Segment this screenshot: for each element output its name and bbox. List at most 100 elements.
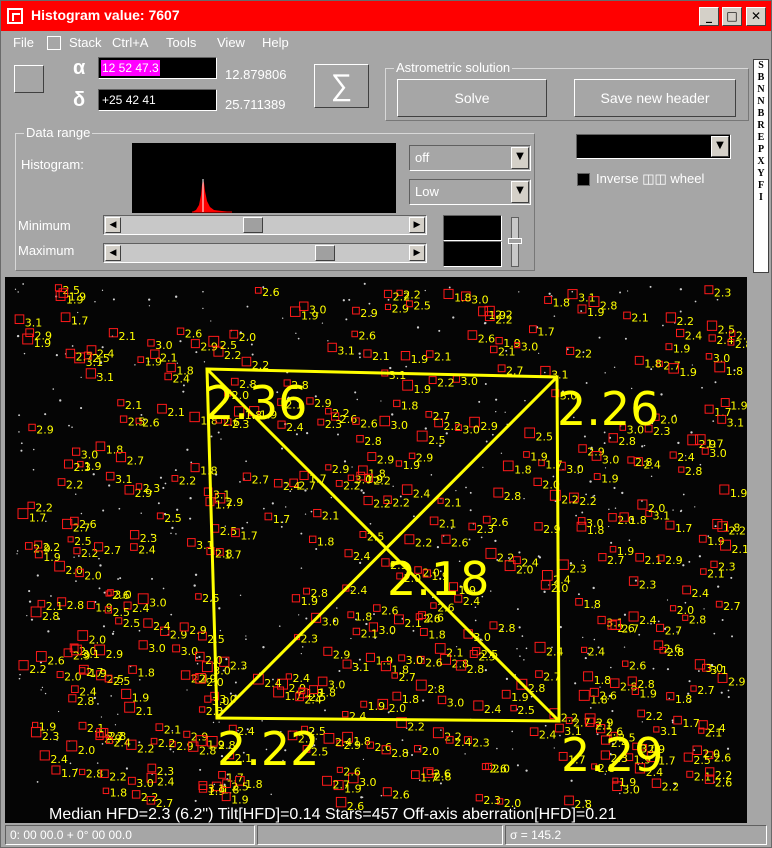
- menu-bar: File Stack Ctrl+A Tools View Help: [1, 31, 771, 53]
- star-dot: [22, 283, 25, 285]
- star-box: [198, 784, 208, 793]
- chevron-down-icon[interactable]: ▼: [511, 147, 529, 169]
- menu-stack[interactable]: Stack: [69, 35, 102, 50]
- strip-letter[interactable]: F: [754, 180, 768, 192]
- star-dot: [30, 618, 34, 621]
- maximum-value-box[interactable]: [443, 241, 502, 267]
- star-dot: [138, 629, 141, 632]
- star-dot: [300, 567, 303, 569]
- star-hfd: 2.3: [325, 418, 343, 431]
- star-hfd: 2.8: [67, 599, 85, 612]
- menu-view[interactable]: View: [217, 35, 245, 50]
- star-box: [395, 460, 403, 467]
- ra-input[interactable]: 12 52 47.3: [98, 57, 217, 79]
- stretch-combo[interactable]: off ▼: [409, 145, 531, 171]
- star-dot: [553, 747, 555, 749]
- close-button[interactable]: ✕: [746, 7, 766, 26]
- star-hfd: 2.7: [127, 455, 144, 468]
- strip-letter[interactable]: N: [754, 96, 768, 108]
- star-dot: [650, 475, 653, 478]
- star-dot: [345, 318, 348, 321]
- star-dot: [571, 290, 574, 293]
- star-dot: [26, 615, 28, 617]
- strip-letter[interactable]: E: [754, 132, 768, 144]
- gamma-slider-thumb[interactable]: [508, 238, 522, 244]
- strip-letter[interactable]: B: [754, 108, 768, 120]
- dec-input[interactable]: +25 42 41: [98, 89, 217, 111]
- maximum-slider-thumb[interactable]: [314, 245, 335, 261]
- arrow-right-icon[interactable]: ▶: [409, 217, 425, 233]
- star-box: [404, 534, 415, 545]
- maximum-slider[interactable]: ◀ ▶: [103, 243, 427, 263]
- star-box: [254, 287, 262, 294]
- strip-letter[interactable]: Y: [754, 168, 768, 180]
- star-dot: [544, 724, 547, 727]
- star-dot: [484, 669, 487, 672]
- star-hfd: 2.3: [483, 794, 501, 807]
- star-box: [393, 399, 401, 408]
- star-dot: [44, 692, 47, 695]
- strip-letter[interactable]: N: [754, 84, 768, 96]
- star-hfd: 3.0: [406, 654, 424, 667]
- star-dot: [350, 637, 352, 640]
- star-dot: [500, 452, 503, 454]
- minimize-button[interactable]: _: [699, 7, 719, 26]
- app-icon[interactable]: [7, 8, 23, 24]
- menu-file[interactable]: File: [13, 35, 34, 50]
- chevron-down-icon[interactable]: ▼: [511, 181, 529, 203]
- stack-icon[interactable]: [47, 36, 61, 50]
- star-dot: [369, 522, 372, 525]
- star-hfd: 2.0: [422, 745, 440, 758]
- star-dot: [511, 748, 514, 750]
- strip-letter[interactable]: P: [754, 144, 768, 156]
- star-field-canvas[interactable]: 2.21.71.81.91.83.03.13.02.13.12.32.61.93…: [5, 277, 747, 823]
- star-hfd: 2.4: [539, 728, 557, 741]
- range-combo[interactable]: Low ▼: [409, 179, 531, 205]
- image-view-button[interactable]: [14, 65, 44, 93]
- strip-letter[interactable]: R: [754, 120, 768, 132]
- tool-strip: S B N N B R E P X Y F I: [753, 59, 769, 273]
- star-hfd: 2.5: [718, 323, 736, 336]
- arrow-left-icon[interactable]: ◀: [105, 245, 121, 261]
- star-dot: [694, 506, 696, 508]
- minimum-slider[interactable]: ◀ ▶: [103, 215, 427, 235]
- maximize-button[interactable]: □: [722, 7, 742, 26]
- title-bar[interactable]: Histogram value: 7607 _ □ ✕: [1, 1, 771, 31]
- star-dot: [436, 545, 440, 549]
- chevron-down-icon[interactable]: ▼: [711, 136, 729, 157]
- save-header-button[interactable]: Save new header: [574, 79, 736, 117]
- star-dot: [358, 352, 361, 355]
- strip-letter[interactable]: S: [754, 60, 768, 72]
- star-dot: [193, 584, 196, 587]
- star-box: [130, 543, 138, 551]
- star-box: [187, 538, 196, 547]
- solve-button[interactable]: Solve: [397, 79, 547, 117]
- gamma-slider[interactable]: [508, 217, 522, 267]
- star-box: [383, 289, 393, 299]
- star-dot: [281, 447, 284, 450]
- star-hfd: 2.5: [113, 606, 131, 619]
- minimum-value-box[interactable]: [443, 215, 502, 241]
- strip-letter[interactable]: I: [754, 192, 768, 204]
- strip-letter[interactable]: X: [754, 156, 768, 168]
- star-hfd: 2.2: [646, 710, 664, 723]
- star-dot: [523, 497, 525, 500]
- star-box: [379, 415, 390, 427]
- minimum-slider-thumb[interactable]: [242, 217, 263, 233]
- star-hfd: 2.4: [293, 672, 311, 685]
- color-combo[interactable]: ▼: [576, 134, 731, 159]
- star-box: [347, 611, 355, 619]
- star-hfd: 2.1: [631, 312, 649, 325]
- star-hfd: 3.0: [309, 303, 327, 316]
- strip-letter[interactable]: B: [754, 72, 768, 84]
- arrow-left-icon[interactable]: ◀: [105, 217, 121, 233]
- menu-tools[interactable]: Tools: [166, 35, 196, 50]
- star-field-image[interactable]: 2.2 1.7 1.8 1.9 1.8 3.0 3.1 3.0 2.1 3.1 2.3 2.6 1.9 3…: [5, 277, 747, 823]
- sigma-button[interactable]: ∑: [314, 64, 369, 108]
- star-hfd: 2.5: [220, 339, 238, 352]
- menu-help[interactable]: Help: [262, 35, 289, 50]
- arrow-right-icon[interactable]: ▶: [409, 245, 425, 261]
- star-hfd: 2.6: [491, 516, 509, 529]
- inverse-wheel-checkbox[interactable]: [577, 173, 590, 186]
- star-dot: [730, 576, 733, 579]
